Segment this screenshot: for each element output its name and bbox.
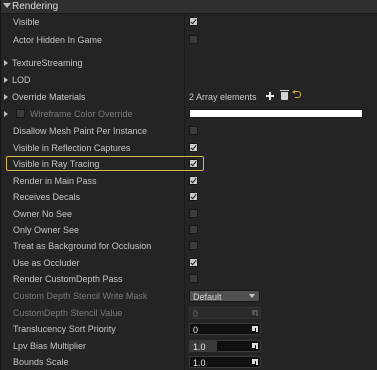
visible-checkbox[interactable]: [189, 17, 198, 26]
expand-arrow-icon[interactable]: [4, 60, 8, 66]
category-title: Rendering: [12, 1, 59, 12]
render-main-pass-label: Render in Main Pass: [13, 176, 97, 186]
wireframe-color-swatch[interactable]: [189, 109, 363, 118]
row-owner-no-see: Owner No See: [1, 206, 377, 222]
only-owner-see-checkbox[interactable]: [189, 225, 198, 234]
row-disallow-mesh-paint: Disallow Mesh Paint Per Instance: [1, 123, 377, 139]
row-visible-reflection: Visible in Reflection Captures: [1, 140, 377, 156]
row-render-main-pass: Render in Main Pass: [1, 173, 377, 189]
dropdown-value: Default: [193, 292, 222, 302]
collapse-arrow-icon[interactable]: [3, 3, 11, 8]
numeric-value: 0: [193, 309, 199, 319]
lpv-bias-slider[interactable]: 1.0: [189, 340, 261, 352]
row-only-owner-see: Only Owner See: [1, 222, 377, 238]
drag-spin-icon: [252, 326, 258, 332]
row-visible-ray-tracing: Visible in Ray Tracing: [1, 156, 377, 172]
reset-to-default-icon[interactable]: [292, 90, 301, 98]
row-receives-decals: Receives Decals: [1, 189, 377, 205]
receives-decals-checkbox[interactable]: [189, 192, 198, 201]
use-occluder-checkbox[interactable]: [189, 258, 198, 267]
owner-no-see-checkbox[interactable]: [189, 209, 198, 218]
visible-label: Visible: [13, 17, 40, 27]
details-panel: Rendering Visible Actor Hidden In Game T…: [0, 0, 377, 370]
row-render-custom-depth: Render CustomDepth Pass: [1, 271, 377, 287]
render-custom-depth-checkbox[interactable]: [189, 274, 198, 283]
expand-arrow-icon[interactable]: [4, 77, 8, 83]
drag-spin-icon: [252, 343, 258, 349]
row-override-materials: Override Materials 2 Array elements: [1, 89, 377, 105]
lpv-bias-label: Lpv Bias Multiplier: [13, 341, 87, 351]
row-actor-hidden: Actor Hidden In Game: [1, 32, 377, 48]
visible-reflection-label: Visible in Reflection Captures: [13, 143, 131, 153]
lod-label: LOD: [12, 75, 31, 85]
visible-reflection-checkbox[interactable]: [189, 143, 198, 152]
wireframe-color-label: Wireframe Color Override: [30, 109, 133, 119]
stencil-value-label: CustomDepth Stencil Value: [13, 308, 123, 318]
row-bounds-scale: Bounds Scale 1.0: [1, 354, 377, 370]
numeric-value: 1.0: [193, 342, 206, 352]
actor-hidden-label: Actor Hidden In Game: [13, 35, 103, 45]
rendering-category-header[interactable]: Rendering: [1, 0, 377, 14]
actor-hidden-checkbox[interactable]: [189, 35, 198, 44]
row-lpv-bias: Lpv Bias Multiplier 1.0: [1, 338, 377, 354]
row-visible: Visible: [1, 14, 377, 30]
row-wireframe-color: Wireframe Color Override: [1, 106, 377, 122]
row-translucency-priority: Translucency Sort Priority 0: [1, 321, 377, 337]
trash-icon[interactable]: [280, 90, 289, 100]
visible-ray-tracing-checkbox[interactable]: [189, 159, 198, 168]
row-stencil-value: CustomDepth Stencil Value 0: [1, 305, 377, 321]
numeric-value: 0: [193, 325, 199, 335]
array-elements-count: 2 Array elements: [189, 92, 257, 102]
render-custom-depth-label: Render CustomDepth Pass: [13, 274, 123, 284]
numeric-value: 1.0: [193, 358, 206, 368]
treat-background-label: Treat as Background for Occlusion: [13, 241, 152, 251]
only-owner-see-label: Only Owner See: [13, 225, 80, 235]
wireframe-override-checkbox[interactable]: [16, 109, 25, 118]
treat-background-checkbox[interactable]: [189, 241, 198, 250]
owner-no-see-label: Owner No See: [13, 209, 73, 219]
visible-ray-tracing-label: Visible in Ray Tracing: [13, 159, 100, 169]
disallow-mesh-paint-label: Disallow Mesh Paint Per Instance: [13, 126, 148, 136]
expand-arrow-icon[interactable]: [4, 94, 8, 100]
row-treat-background: Treat as Background for Occlusion: [1, 238, 377, 254]
row-stencil-write-mask: Custom Depth Stencil Write Mask Default: [1, 288, 377, 304]
chevron-down-icon: [249, 294, 255, 298]
texture-streaming-label: TextureStreaming: [12, 58, 83, 68]
use-occluder-label: Use as Occluder: [13, 258, 80, 268]
stencil-write-mask-dropdown[interactable]: Default: [189, 290, 260, 302]
stencil-write-mask-label: Custom Depth Stencil Write Mask: [13, 291, 148, 301]
render-main-pass-checkbox[interactable]: [189, 176, 198, 185]
row-lod[interactable]: LOD: [1, 72, 377, 88]
drag-spin-icon: [252, 359, 258, 365]
drag-spin-icon: [252, 310, 258, 316]
receives-decals-label: Receives Decals: [13, 192, 81, 202]
translucency-priority-label: Translucency Sort Priority: [13, 324, 116, 334]
row-texture-streaming[interactable]: TextureStreaming: [1, 55, 377, 71]
bounds-scale-input[interactable]: 1.0: [189, 356, 261, 368]
disallow-mesh-paint-checkbox[interactable]: [189, 126, 198, 135]
expand-arrow-icon[interactable]: [4, 111, 8, 117]
row-use-occluder: Use as Occluder: [1, 255, 377, 271]
override-materials-label: Override Materials: [12, 92, 86, 102]
stencil-value-input[interactable]: 0: [189, 307, 261, 319]
add-element-icon[interactable]: [266, 92, 274, 100]
bounds-scale-label: Bounds Scale: [13, 357, 69, 367]
translucency-priority-input[interactable]: 0: [189, 323, 261, 335]
